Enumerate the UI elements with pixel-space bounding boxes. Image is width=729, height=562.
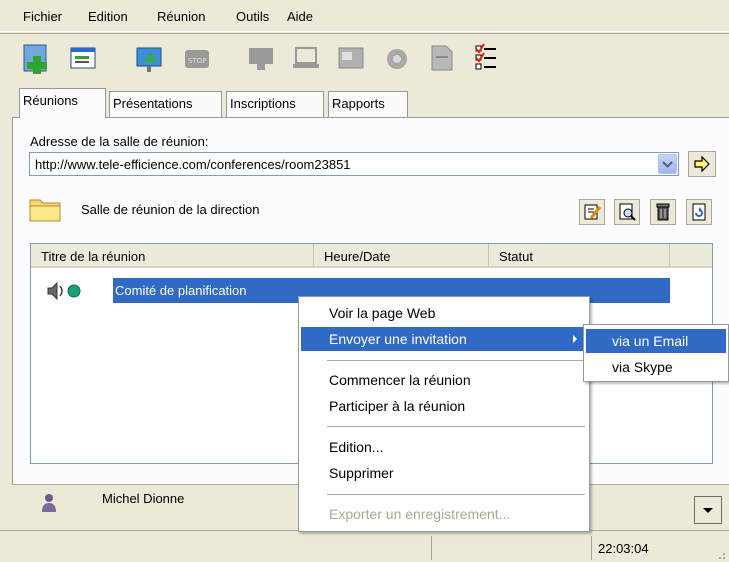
tab-reunions[interactable]: Réunions (19, 88, 106, 118)
menu-item-start-meeting[interactable]: Commencer la réunion (301, 368, 587, 392)
meeting-title: Comité de planification (115, 283, 247, 298)
add-meeting-icon[interactable] (21, 42, 53, 74)
camera-icon[interactable] (381, 42, 413, 74)
arrow-right-icon (694, 155, 710, 173)
menu-item-edit[interactable]: Edition... (301, 435, 587, 459)
preview-room-button[interactable] (614, 199, 640, 225)
edit-room-button[interactable] (579, 199, 605, 225)
checklist-icon[interactable] (470, 42, 502, 74)
menu-item-view-web[interactable]: Voir la page Web (301, 301, 587, 325)
menu-item-send-invitation[interactable]: Envoyer une invitation (301, 327, 587, 351)
invitation-submenu: via un Email via Skype (583, 324, 729, 382)
menu-item-join-meeting[interactable]: Participer à la réunion (301, 394, 587, 418)
window-icon[interactable] (335, 42, 367, 74)
room-name: Salle de réunion de la direction (81, 202, 260, 217)
menu-separator (327, 360, 585, 361)
status-clock: 22:03:04 (598, 541, 649, 556)
svg-text:STOP: STOP (188, 57, 206, 65)
menu-item-label: Envoyer une invitation (329, 331, 467, 347)
refresh-icon (692, 203, 706, 221)
dropdown-arrow-icon[interactable] (658, 154, 677, 174)
address-combo[interactable]: http://www.tele-efficience.com/conferenc… (29, 152, 679, 176)
refresh-room-button[interactable] (686, 199, 712, 225)
resize-grip-icon[interactable] (714, 548, 726, 560)
document-icon[interactable] (426, 42, 458, 74)
toolbar: STOP (0, 33, 729, 83)
tab-inscriptions[interactable]: Inscriptions (226, 91, 324, 117)
menu-item-delete[interactable]: Supprimer (301, 461, 587, 485)
tab-rapports[interactable]: Rapports (328, 91, 408, 117)
column-header-date[interactable]: Heure/Date (314, 244, 489, 268)
meeting-properties-icon[interactable] (67, 42, 99, 74)
user-avatar-icon (42, 494, 56, 512)
context-menu: Voir la page Web Envoyer une invitation … (298, 296, 590, 532)
address-value: http://www.tele-efficience.com/conferenc… (35, 157, 351, 172)
address-label: Adresse de la salle de réunion: (30, 134, 209, 149)
menu-separator (327, 494, 585, 495)
search-document-icon (619, 203, 636, 221)
stop-icon[interactable]: STOP (181, 42, 213, 74)
menu-aide[interactable]: Aide (287, 9, 313, 24)
menu-separator (327, 426, 585, 427)
menu-outils[interactable]: Outils (236, 9, 269, 24)
laptop-icon[interactable] (290, 42, 322, 74)
speaker-status-icon (47, 281, 81, 301)
submenu-item-skype[interactable]: via Skype (586, 355, 726, 379)
chevron-down-icon (703, 508, 713, 513)
status-separator (431, 536, 432, 560)
user-name: Michel Dionne (102, 491, 185, 506)
menu-edition[interactable]: Edition (88, 9, 128, 24)
trash-icon (656, 203, 670, 221)
menu-reunion[interactable]: Réunion (157, 9, 205, 24)
column-header-status[interactable]: Statut (489, 244, 670, 268)
delete-room-button[interactable] (650, 199, 676, 225)
submenu-arrow-icon (573, 335, 577, 343)
monitor-icon[interactable] (245, 42, 277, 74)
column-header-title[interactable]: Titre de la réunion (31, 244, 314, 268)
status-separator (591, 536, 592, 560)
menu-bar: Fichier Edition Réunion Outils Aide (0, 0, 729, 32)
menu-item-export-recording: Exporter un enregistrement... (329, 506, 511, 522)
submenu-item-email[interactable]: via un Email (586, 329, 726, 353)
column-header-empty (670, 244, 712, 268)
user-dropdown-button[interactable] (694, 496, 722, 524)
go-button[interactable] (688, 151, 716, 177)
menu-fichier[interactable]: Fichier (23, 9, 62, 24)
tab-presentations[interactable]: Présentations (109, 91, 222, 117)
folder-icon (29, 199, 61, 222)
edit-icon (584, 204, 602, 220)
presentation-icon[interactable] (133, 42, 165, 74)
